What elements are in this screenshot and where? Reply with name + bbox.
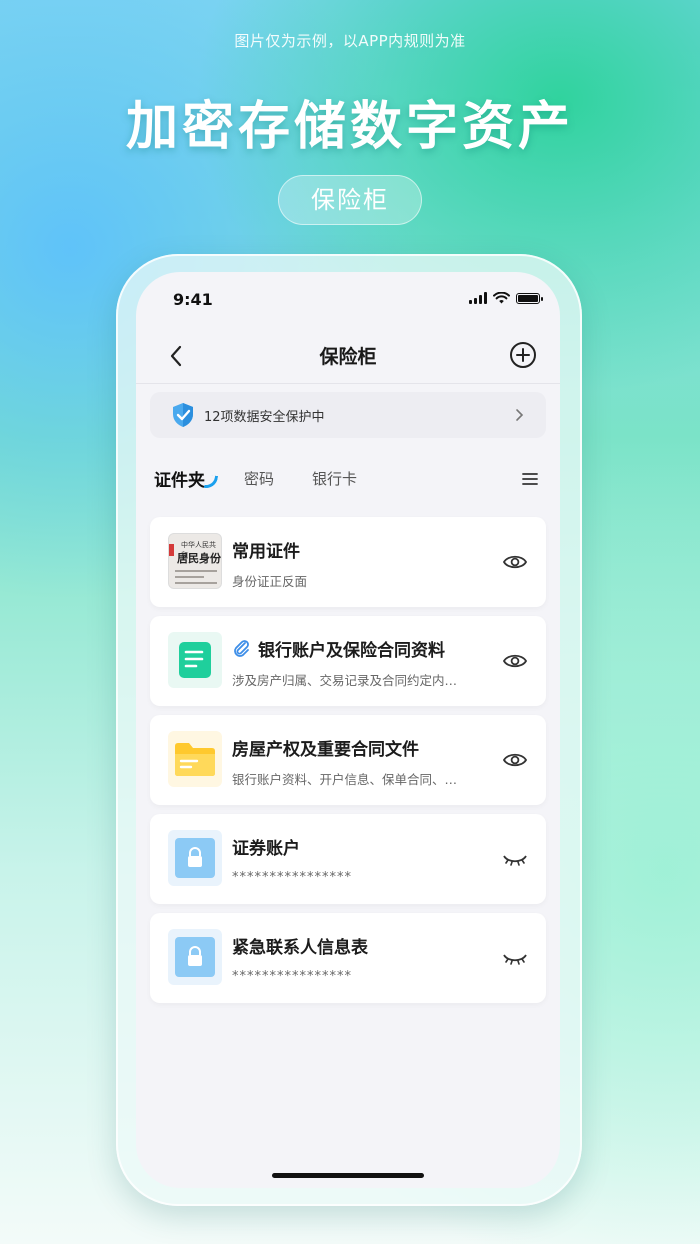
document-icon xyxy=(179,642,211,678)
nav-divider xyxy=(136,383,560,384)
tab-passwords[interactable]: 密码 xyxy=(244,468,274,489)
promo-pill: 保险柜 xyxy=(278,175,422,225)
lock-thumbnail xyxy=(168,830,222,886)
lock-icon xyxy=(175,937,215,977)
list-item-securities[interactable]: 证券账户 **************** xyxy=(150,814,546,904)
eye-open-icon[interactable] xyxy=(502,749,528,771)
item-title: 常用证件 xyxy=(232,542,300,562)
tab-bar: 证件夹 密码 银行卡 xyxy=(136,464,560,496)
list-item-bank-insurance[interactable]: 银行账户及保险合同资料 涉及房产归属、交易记录及合同约定内… xyxy=(150,616,546,706)
chevron-right-icon xyxy=(516,409,524,421)
status-icons xyxy=(469,292,543,304)
add-circle-icon[interactable] xyxy=(508,340,538,370)
document-thumbnail xyxy=(168,632,222,688)
shield-check-icon xyxy=(173,403,193,427)
page-title: 保险柜 xyxy=(319,346,377,368)
wifi-icon xyxy=(493,292,510,304)
security-banner[interactable]: 12项数据安全保护中 xyxy=(150,392,546,438)
list-item-property-docs[interactable]: 房屋产权及重要合同文件 银行账户资料、开户信息、保单合同、… xyxy=(150,715,546,805)
battery-icon xyxy=(516,293,543,304)
promo-headline: 加密存储数字资产 xyxy=(125,97,574,157)
eye-closed-icon[interactable] xyxy=(502,848,528,870)
lock-thumbnail xyxy=(168,929,222,985)
home-indicator[interactable] xyxy=(272,1173,424,1178)
folder-icon xyxy=(175,743,215,776)
phone-screen: 9:41 保险柜 12项数据安全保护中 证件夹 密码 银行卡 中华人民共和 居民… xyxy=(136,272,560,1188)
signal-icon xyxy=(469,292,487,304)
item-subtitle: 银行账户资料、开户信息、保单合同、… xyxy=(232,772,458,787)
eye-open-icon[interactable] xyxy=(502,650,528,672)
item-subtitle-masked: **************** xyxy=(232,870,352,885)
item-subtitle-masked: **************** xyxy=(232,969,352,984)
folder-thumbnail xyxy=(168,731,222,787)
item-title: 证券账户 xyxy=(232,839,300,859)
list-item-emergency-contacts[interactable]: 紧急联系人信息表 **************** xyxy=(150,913,546,1003)
security-banner-text: 12项数据安全保护中 xyxy=(204,409,325,425)
id-card-thumbnail: 中华人民共和 居民身份 xyxy=(168,533,222,589)
menu-list-icon[interactable] xyxy=(522,472,538,486)
tab-bank-cards[interactable]: 银行卡 xyxy=(312,468,357,489)
item-title: 紧急联系人信息表 xyxy=(232,938,368,958)
item-subtitle: 身份证正反面 xyxy=(232,574,308,589)
paperclip-icon xyxy=(234,640,249,657)
eye-closed-icon[interactable] xyxy=(502,947,528,969)
status-time: 9:41 xyxy=(173,290,213,309)
lock-icon xyxy=(175,838,215,878)
list-item-common-ids[interactable]: 中华人民共和 居民身份 常用证件 身份证正反面 xyxy=(150,517,546,607)
eye-open-icon[interactable] xyxy=(502,551,528,573)
item-title: 房屋产权及重要合同文件 xyxy=(232,740,419,760)
nav-bar: 保险柜 xyxy=(136,328,560,384)
item-title: 银行账户及保险合同资料 xyxy=(258,641,445,661)
status-bar: 9:41 xyxy=(136,272,560,328)
promo-disclaimer: 图片仅为示例，以APP内规则为准 xyxy=(234,32,466,50)
item-subtitle: 涉及房产归属、交易记录及合同约定内… xyxy=(232,673,458,688)
tab-id-folder[interactable]: 证件夹 xyxy=(154,466,205,491)
